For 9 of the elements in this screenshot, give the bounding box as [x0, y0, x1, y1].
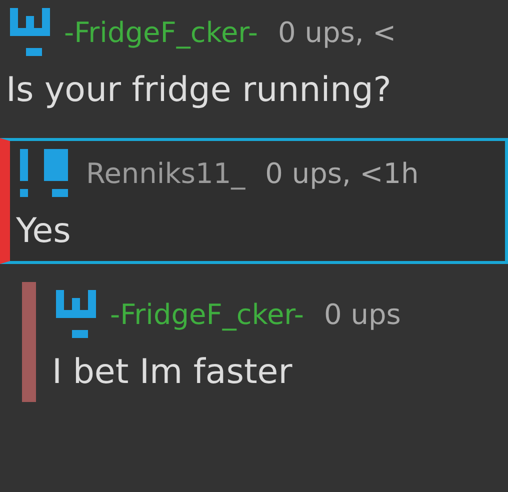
username[interactable]: Renniks11_: [86, 156, 246, 190]
username[interactable]: -FridgeF_cker-: [110, 298, 304, 330]
comment-text: Is your fridge running?: [6, 69, 392, 110]
comment-meta: 0 ups: [324, 298, 401, 330]
comment-text: I bet Im faster: [52, 351, 294, 392]
comment-text: Yes: [16, 210, 72, 251]
username[interactable]: -FridgeF_cker-: [64, 16, 258, 48]
comment-meta: 0 ups, <: [278, 16, 396, 48]
comment-meta: 0 ups, <1h: [265, 156, 419, 190]
